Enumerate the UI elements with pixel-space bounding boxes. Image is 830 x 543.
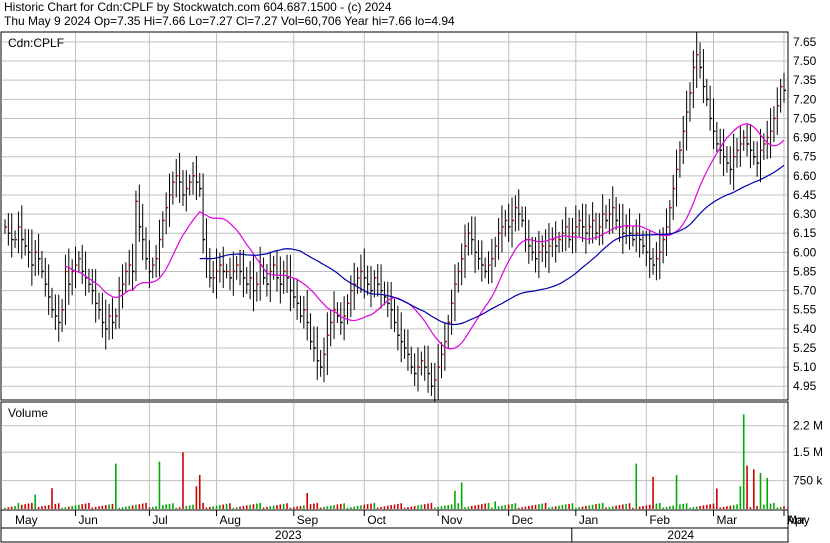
- stock-chart: Cdn:CPLF 7.65 7.50 7.35 7.20 7.05 6.90 6.75 6.6…: [0, 31, 823, 543]
- month-label: Dec: [512, 513, 533, 527]
- price-tick-label: 7.65: [793, 35, 817, 49]
- price-axis: 7.65 7.50 7.35 7.20 7.05 6.90 6.75 6.60 6.45 6.30…: [793, 35, 817, 393]
- volume-panel: [0, 401, 789, 511]
- month-label: Nov: [441, 513, 462, 527]
- price-tick-label: 6.45: [793, 188, 817, 202]
- month-label: Jul: [152, 513, 167, 527]
- month-label: Sep: [297, 513, 319, 527]
- price-tick-label: 4.95: [793, 379, 817, 393]
- price-tick-label: 6.75: [793, 150, 817, 164]
- price-tick-label: 7.05: [793, 111, 817, 125]
- month-label: Mar: [716, 513, 737, 527]
- volume-tick-label: 750 k: [793, 474, 823, 488]
- price-tick-label: 6.15: [793, 226, 817, 240]
- month-label: Jan: [579, 513, 598, 527]
- volume-tick-label: 2.2 M: [793, 419, 823, 433]
- year-label: 2024: [667, 528, 694, 542]
- price-tick-label: 7.50: [793, 54, 817, 68]
- price-tick-label: 7.20: [793, 92, 817, 106]
- month-label: May: [15, 513, 38, 527]
- volume-tick-label: 1.5 M: [793, 445, 823, 459]
- year-label: 2023: [275, 528, 302, 542]
- month-label: Aug: [220, 513, 241, 527]
- price-tick-label: 6.90: [793, 131, 817, 145]
- price-tick-label: 5.55: [793, 303, 817, 317]
- month-label: Jun: [79, 513, 98, 527]
- price-tick-label: 6.30: [793, 207, 817, 221]
- month-label: Feb: [649, 513, 670, 527]
- price-tick-label: 7.35: [793, 73, 817, 87]
- price-tick-label: 5.70: [793, 284, 817, 298]
- price-tick-label: 6.00: [793, 245, 817, 259]
- volume-axis: 2.2 M 1.5 M 750 k: [793, 419, 823, 488]
- price-tick-label: 5.10: [793, 360, 817, 374]
- price-tick-label: 6.60: [793, 169, 817, 183]
- month-label: May: [787, 513, 810, 527]
- volume-title: Volume: [8, 406, 48, 420]
- price-tick-label: 5.25: [793, 341, 817, 355]
- price-tick-label: 5.40: [793, 322, 817, 336]
- symbol-label: Cdn:CPLF: [8, 36, 64, 50]
- price-tick-label: 5.85: [793, 264, 817, 278]
- month-label: Oct: [367, 513, 386, 527]
